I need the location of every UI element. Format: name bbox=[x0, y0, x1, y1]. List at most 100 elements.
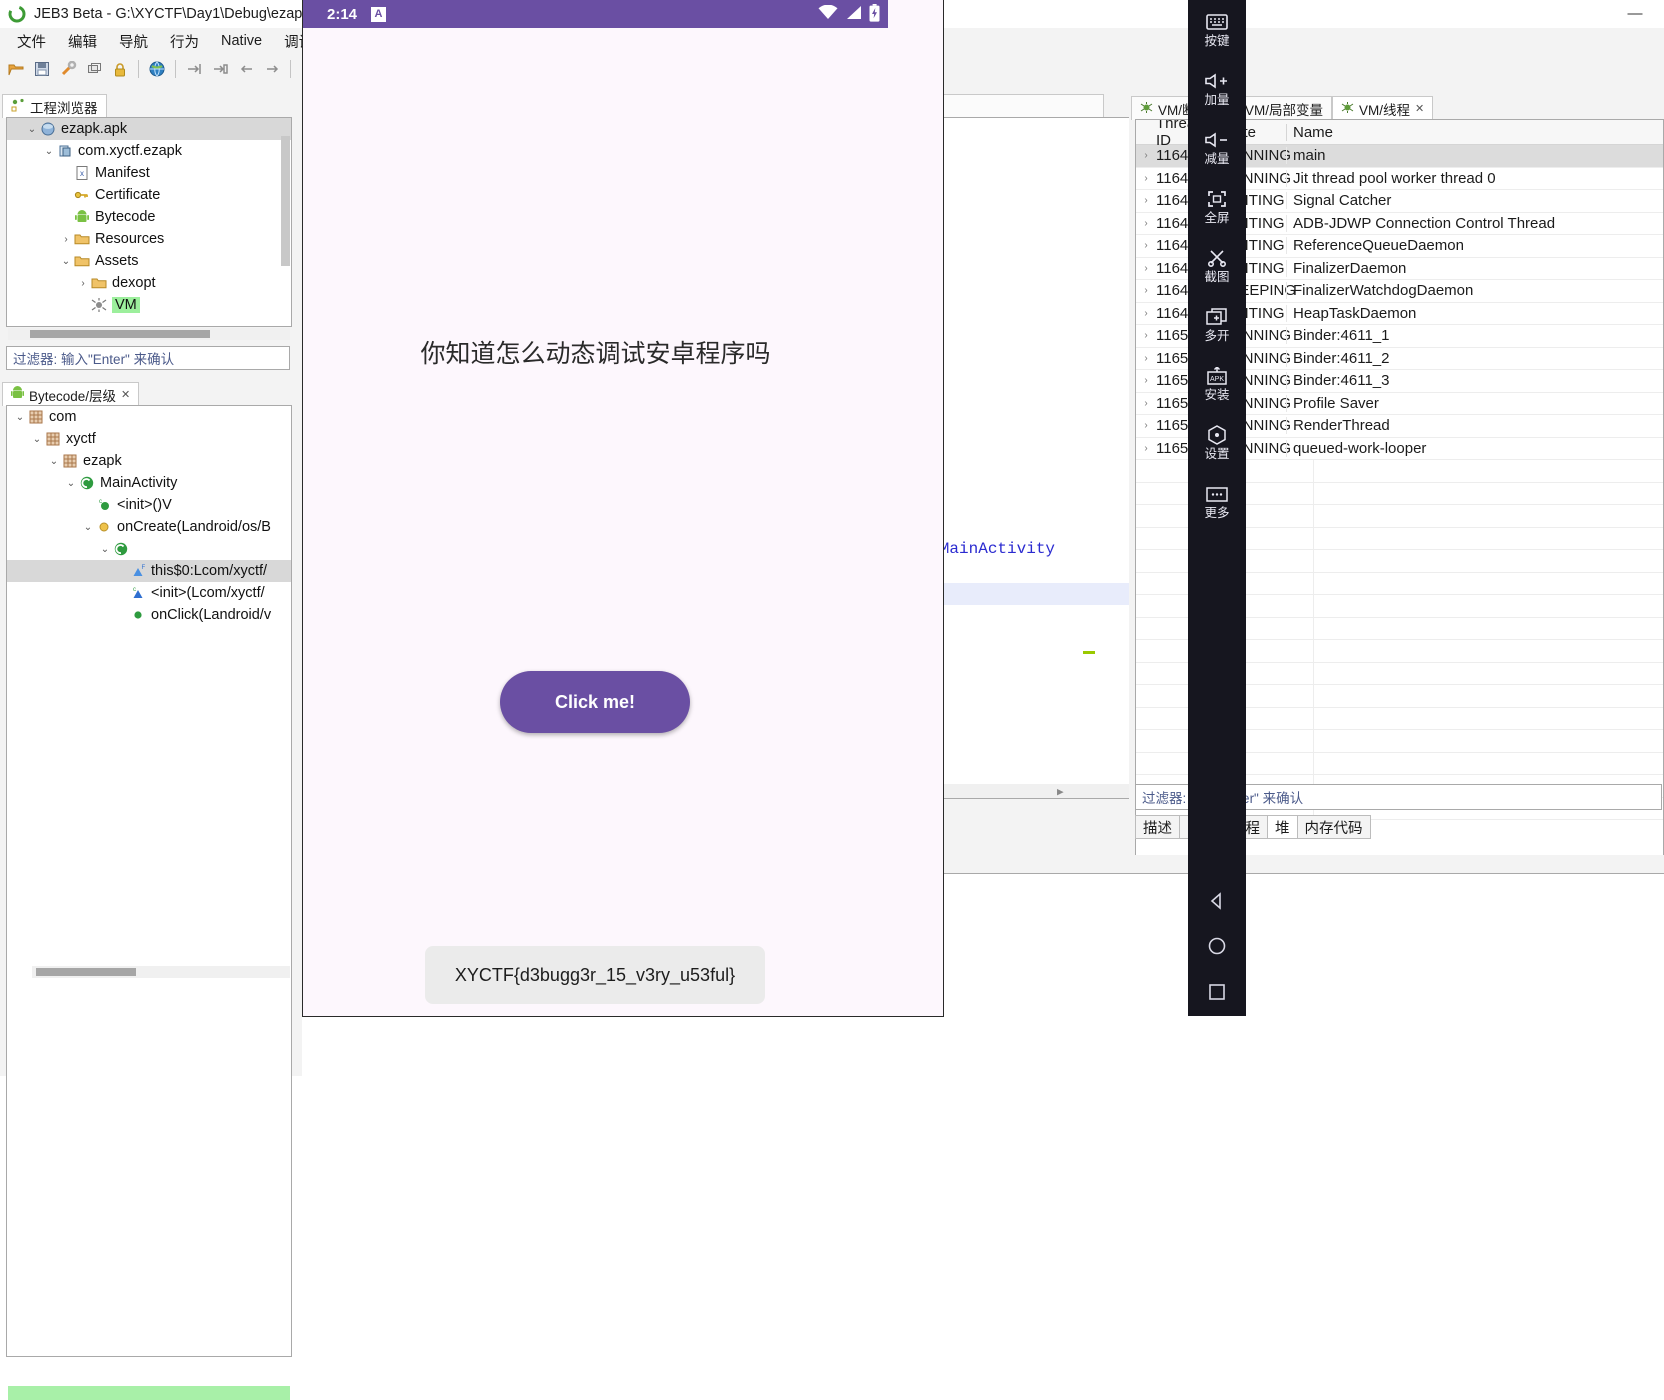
tree-row[interactable]: ⌄ onCreate(Landroid/os/B bbox=[7, 516, 291, 538]
menu-item-native[interactable]: Native bbox=[210, 31, 273, 51]
project-tree-hscrollbar[interactable] bbox=[8, 328, 290, 340]
tree-row[interactable]: ⌄ bbox=[7, 538, 291, 560]
tree-twisty-icon[interactable] bbox=[59, 184, 73, 206]
tab-memory-code[interactable]: 内存代码 bbox=[1296, 815, 1371, 839]
tree-twisty-icon[interactable]: ⌄ bbox=[42, 140, 56, 162]
tree-row[interactable]: onClick(Landroid/v bbox=[7, 604, 291, 626]
tree-row[interactable]: ⌄ Assets bbox=[7, 250, 291, 272]
forward-arrow-icon[interactable] bbox=[260, 57, 284, 81]
tree-twisty-icon[interactable]: ⌄ bbox=[25, 118, 39, 140]
project-tree-scrollbar[interactable] bbox=[281, 136, 290, 266]
row-expand-icon[interactable]: › bbox=[1136, 353, 1156, 364]
tree-twisty-icon[interactable] bbox=[76, 294, 90, 316]
sidebar-item-settings[interactable]: 设置 bbox=[1188, 413, 1246, 472]
row-expand-icon[interactable]: › bbox=[1136, 398, 1156, 409]
tree-row[interactable]: › Resources bbox=[7, 228, 291, 250]
tree-twisty-icon[interactable] bbox=[115, 582, 129, 604]
lock-icon[interactable] bbox=[108, 57, 132, 81]
step-over-icon[interactable] bbox=[208, 57, 232, 81]
tree-twisty-icon[interactable]: ⌄ bbox=[64, 472, 78, 494]
tree-twisty-icon[interactable]: ⌄ bbox=[30, 428, 44, 450]
tree-twisty-icon[interactable]: ⌄ bbox=[98, 538, 112, 560]
tree-row[interactable]: c <init>()V bbox=[7, 494, 291, 516]
tree-row[interactable]: ⌄ ezapk.apk bbox=[7, 118, 291, 140]
sidebar-item-label: 减量 bbox=[1204, 152, 1230, 166]
project-tree[interactable]: ⌄ ezapk.apk ⌄ com.xyctf.ezapk x Manifest Certi… bbox=[6, 117, 292, 327]
close-icon[interactable]: ✕ bbox=[1415, 102, 1424, 115]
tab-description[interactable]: 描述 bbox=[1135, 815, 1179, 839]
row-expand-icon[interactable]: › bbox=[1136, 420, 1156, 431]
recents-nav-icon[interactable] bbox=[1207, 982, 1227, 1005]
tree-row[interactable]: › dexopt bbox=[7, 272, 291, 294]
tab-vm-threads[interactable]: VM/线程 ✕ bbox=[1332, 96, 1434, 120]
back-nav-icon[interactable] bbox=[1207, 891, 1227, 914]
save-icon[interactable] bbox=[30, 57, 54, 81]
row-expand-icon[interactable]: › bbox=[1136, 195, 1156, 206]
sidebar-item-screenshot[interactable]: 截图 bbox=[1188, 236, 1246, 295]
sidebar-item-keys[interactable]: 按键 bbox=[1188, 0, 1246, 59]
row-expand-icon[interactable]: › bbox=[1136, 263, 1156, 274]
tab-project-browser[interactable]: 工程浏览器 bbox=[2, 94, 107, 118]
row-expand-icon[interactable]: › bbox=[1136, 173, 1156, 184]
minimize-button[interactable]: — bbox=[1622, 2, 1648, 24]
tab-bytecode-hierarchy[interactable]: Bytecode/层级 ✕ bbox=[2, 382, 140, 406]
window-icon[interactable] bbox=[82, 57, 106, 81]
menu-item-edit[interactable]: 编辑 bbox=[57, 29, 108, 54]
tree-row[interactable]: Certificate bbox=[7, 184, 291, 206]
tab-editor-secondary[interactable] bbox=[934, 94, 1105, 118]
bytecode-tree-hscrollbar[interactable] bbox=[32, 966, 290, 978]
tree-row[interactable]: ⌄ xyctf bbox=[7, 428, 291, 450]
tree-twisty-icon[interactable] bbox=[59, 206, 73, 228]
tab-heap[interactable]: 堆 bbox=[1267, 815, 1297, 839]
wrench-icon[interactable] bbox=[56, 57, 80, 81]
tree-row[interactable]: Fthis$0:Lcom/xyctf/ bbox=[7, 560, 291, 582]
emulator-sidebar: 按键 加量 减量 全屏 截图 多开 APK 安装 设置 更多 bbox=[1188, 0, 1246, 1016]
step-into-icon[interactable] bbox=[182, 57, 206, 81]
tree-row[interactable]: ⌄ com bbox=[7, 406, 291, 428]
row-expand-icon[interactable]: › bbox=[1136, 240, 1156, 251]
tree-twisty-icon[interactable] bbox=[81, 494, 95, 516]
back-arrow-icon[interactable] bbox=[234, 57, 258, 81]
bytecode-tree[interactable]: ⌄ com ⌄ xyctf ⌄ ezapk ⌄ MainActivity c <init>()V ⌄… bbox=[6, 405, 292, 1357]
svg-text:x: x bbox=[80, 169, 84, 178]
tree-row[interactable]: ⌄ com.xyctf.ezapk bbox=[7, 140, 291, 162]
row-expand-icon[interactable]: › bbox=[1136, 308, 1156, 319]
tree-twisty-icon[interactable] bbox=[59, 162, 73, 184]
sidebar-item-more[interactable]: 更多 bbox=[1188, 472, 1246, 531]
tree-row[interactable]: ⌄ MainActivity bbox=[7, 472, 291, 494]
tree-row[interactable]: x Manifest bbox=[7, 162, 291, 184]
close-icon[interactable]: ✕ bbox=[121, 388, 130, 401]
menu-item-file[interactable]: 文件 bbox=[6, 29, 57, 54]
row-expand-icon[interactable]: › bbox=[1136, 330, 1156, 341]
tree-row[interactable]: ⌄ ezapk bbox=[7, 450, 291, 472]
home-nav-icon[interactable] bbox=[1207, 936, 1227, 959]
tree-twisty-icon[interactable] bbox=[115, 604, 129, 626]
row-expand-icon[interactable]: › bbox=[1136, 218, 1156, 229]
emulator-screen[interactable]: 你知道怎么动态调试安卓程序吗 Click me! XYCTF{d3bugg3r_… bbox=[303, 28, 888, 1016]
menu-item-action[interactable]: 行为 bbox=[159, 29, 210, 54]
row-expand-icon[interactable]: › bbox=[1136, 375, 1156, 386]
globe-icon[interactable] bbox=[145, 57, 169, 81]
sidebar-item-volume-down[interactable]: 减量 bbox=[1188, 118, 1246, 177]
tree-twisty-icon[interactable]: ⌄ bbox=[59, 250, 73, 272]
tree-twisty-icon[interactable]: ⌄ bbox=[47, 450, 61, 472]
sidebar-item-volume-up[interactable]: 加量 bbox=[1188, 59, 1246, 118]
tree-row[interactable]: Bytecode bbox=[7, 206, 291, 228]
row-expand-icon[interactable]: › bbox=[1136, 443, 1156, 454]
tree-row[interactable]: VM bbox=[7, 294, 291, 316]
tree-twisty-icon[interactable]: ⌄ bbox=[13, 406, 27, 428]
tree-twisty-icon[interactable] bbox=[115, 560, 129, 582]
tree-row[interactable]: c <init>(Lcom/xyctf/ bbox=[7, 582, 291, 604]
menu-item-navigate[interactable]: 导航 bbox=[108, 29, 159, 54]
sidebar-item-install[interactable]: APK 安装 bbox=[1188, 354, 1246, 413]
sidebar-item-multi-instance[interactable]: 多开 bbox=[1188, 295, 1246, 354]
sidebar-item-fullscreen[interactable]: 全屏 bbox=[1188, 177, 1246, 236]
open-folder-icon[interactable] bbox=[4, 57, 28, 81]
project-filter-input[interactable]: 过滤器: 输入"Enter" 来确认 bbox=[6, 346, 290, 370]
tree-twisty-icon[interactable]: › bbox=[59, 228, 73, 250]
tree-twisty-icon[interactable]: ⌄ bbox=[81, 516, 95, 538]
row-expand-icon[interactable]: › bbox=[1136, 285, 1156, 296]
click-me-button[interactable]: Click me! bbox=[500, 671, 690, 733]
row-expand-icon[interactable]: › bbox=[1136, 150, 1156, 161]
tree-twisty-icon[interactable]: › bbox=[76, 272, 90, 294]
